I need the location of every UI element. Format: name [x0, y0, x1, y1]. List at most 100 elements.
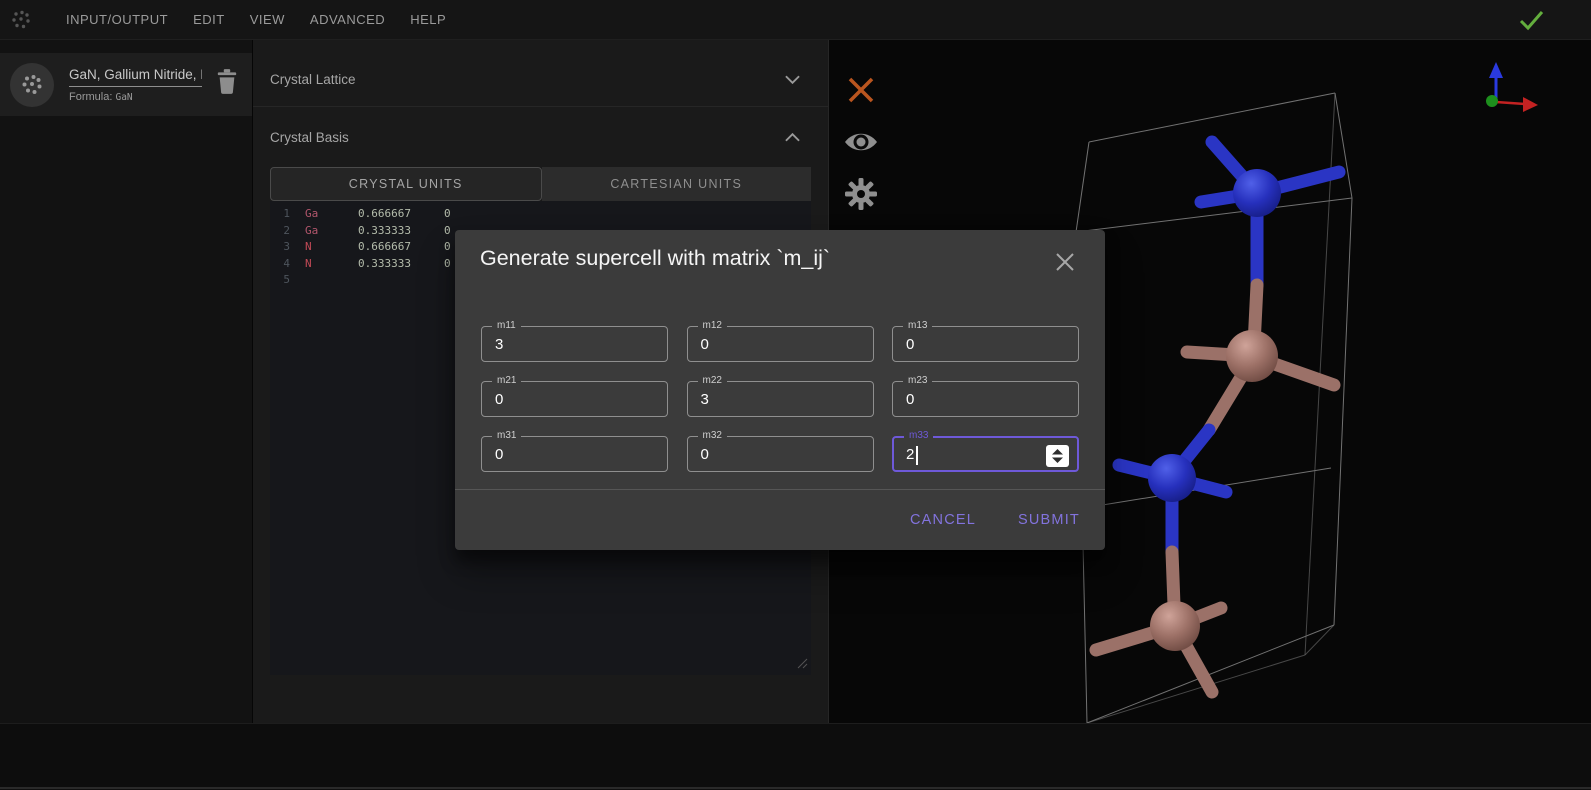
close-x-icon [846, 75, 876, 105]
crystal-lattice-accordion[interactable]: Crystal Lattice [253, 53, 828, 107]
field-label: m33 [904, 430, 933, 442]
dialog-close-button[interactable] [1053, 250, 1077, 274]
menu-view[interactable]: VIEW [248, 6, 287, 33]
material-info: GaN, Gallium Nitride, I Formula: GaN [69, 67, 202, 103]
viewport-toolbar [843, 72, 879, 228]
field-label: m32 [698, 430, 727, 442]
field-label: m31 [492, 430, 521, 442]
matrix-field-m11[interactable]: m11 [481, 326, 668, 362]
gear-icon [844, 177, 878, 211]
matrix-input-m32[interactable] [688, 437, 873, 471]
stepper-arrows-icon [1051, 449, 1064, 463]
dialog-actions: CANCEL SUBMIT [455, 489, 1105, 550]
view-settings-button[interactable] [843, 124, 879, 160]
line-number: 2 [274, 224, 290, 237]
coordinate-value: 0.666667 [358, 207, 411, 220]
editor-resize-handle[interactable] [796, 657, 808, 672]
element-symbol: Ga [305, 207, 318, 220]
material-avatar [10, 63, 54, 107]
atoms-and-bonds [1096, 142, 1339, 692]
line-number: 5 [274, 273, 290, 286]
matrix-field-m33[interactable]: m33 [892, 436, 1079, 472]
element-symbol: Ga [305, 224, 318, 237]
field-label: m23 [903, 375, 932, 387]
coordinate-value: 0.666667 [358, 240, 411, 253]
materials-sidebar: GaN, Gallium Nitride, I Formula: GaN [0, 40, 253, 723]
matrix-input-m22[interactable] [688, 382, 873, 416]
line-number: 1 [274, 207, 290, 220]
matrix-input-grid: m11 m12 m13 m21 m22 m23 m31 m32 [481, 326, 1079, 472]
matrix-field-m21[interactable]: m21 [481, 381, 668, 417]
formula-label: Formula: [69, 91, 112, 103]
unit-cell-wireframe [1076, 93, 1352, 723]
material-list-item[interactable]: GaN, Gallium Nitride, I Formula: GaN [0, 53, 252, 116]
matrix-field-m32[interactable]: m32 [687, 436, 874, 472]
coordinate-value: 0 [444, 257, 451, 270]
menu: INPUT/OUTPUT EDIT VIEW ADVANCED HELP [64, 6, 469, 33]
gallium-atom [1150, 601, 1200, 651]
footer-bar [0, 723, 1591, 789]
matrix-input-m31[interactable] [482, 437, 667, 471]
coordinate-value: 0.333333 [358, 224, 411, 237]
chevron-down-icon [785, 75, 800, 85]
section-title: Crystal Lattice [270, 72, 356, 87]
eye-icon [843, 128, 879, 156]
matrix-field-m22[interactable]: m22 [687, 381, 874, 417]
nitrogen-atom [1148, 454, 1196, 502]
formula-value: GaN [115, 92, 132, 103]
editor-line: 1 Ga 0.666667 0 [270, 207, 811, 224]
axes-gizmo [1486, 62, 1538, 112]
matrix-input-m23[interactable] [893, 382, 1078, 416]
cancel-button[interactable]: CANCEL [910, 512, 976, 528]
line-number: 4 [274, 257, 290, 270]
tab-crystal-units[interactable]: CRYSTAL UNITS [270, 167, 542, 201]
coordinate-value: 0.333333 [358, 257, 411, 270]
number-stepper[interactable] [1046, 445, 1069, 467]
coordinate-value: 0 [444, 240, 451, 253]
field-label: m12 [698, 320, 727, 332]
matrix-field-m31[interactable]: m31 [481, 436, 668, 472]
gallium-atom [1226, 330, 1278, 382]
matrix-input-m13[interactable] [893, 327, 1078, 361]
matrix-field-m12[interactable]: m12 [687, 326, 874, 362]
field-label: m22 [698, 375, 727, 387]
units-tabbar: CRYSTAL UNITS CARTESIAN UNITS [270, 167, 811, 201]
text-caret [916, 446, 918, 465]
element-symbol: N [305, 257, 312, 270]
delete-material-button[interactable] [216, 69, 238, 100]
dots-cluster-icon [9, 8, 33, 32]
close-x-icon [1053, 250, 1077, 274]
matrix-input-m12[interactable] [688, 327, 873, 361]
coordinate-value: 0 [444, 224, 451, 237]
menu-input-output[interactable]: INPUT/OUTPUT [64, 6, 170, 33]
matrix-input-m21[interactable] [482, 382, 667, 416]
section-title: Crystal Basis [270, 130, 349, 145]
menu-help[interactable]: HELP [408, 6, 448, 33]
field-label: m11 [492, 320, 521, 332]
line-number: 3 [274, 240, 290, 253]
material-name-field[interactable]: GaN, Gallium Nitride, I [69, 67, 202, 87]
nitrogen-atom [1233, 169, 1281, 217]
settings-button[interactable] [843, 176, 879, 212]
menu-advanced[interactable]: ADVANCED [308, 6, 387, 33]
chevron-up-icon [785, 132, 800, 142]
submit-button[interactable]: SUBMIT [1018, 512, 1080, 528]
coordinate-value: 0 [444, 207, 451, 220]
dialog-title: Generate supercell with matrix `m_ij` [480, 246, 830, 271]
trash-icon [216, 69, 238, 95]
matrix-field-m13[interactable]: m13 [892, 326, 1079, 362]
element-symbol: N [305, 240, 312, 253]
deselect-button[interactable] [843, 72, 879, 108]
top-menu-bar: INPUT/OUTPUT EDIT VIEW ADVANCED HELP [0, 0, 1591, 40]
material-formula: Formula: GaN [69, 91, 202, 103]
field-label: m21 [492, 375, 521, 387]
field-label: m13 [903, 320, 932, 332]
saved-check-icon [1517, 8, 1545, 37]
crystal-basis-accordion[interactable]: Crystal Basis [253, 107, 828, 167]
menu-edit[interactable]: EDIT [191, 6, 227, 33]
tab-cartesian-units[interactable]: CARTESIAN UNITS [542, 167, 812, 201]
dots-cluster-icon [19, 72, 45, 98]
matrix-field-m23[interactable]: m23 [892, 381, 1079, 417]
matrix-input-m11[interactable] [482, 327, 667, 361]
app-logo-icon[interactable] [8, 7, 34, 33]
